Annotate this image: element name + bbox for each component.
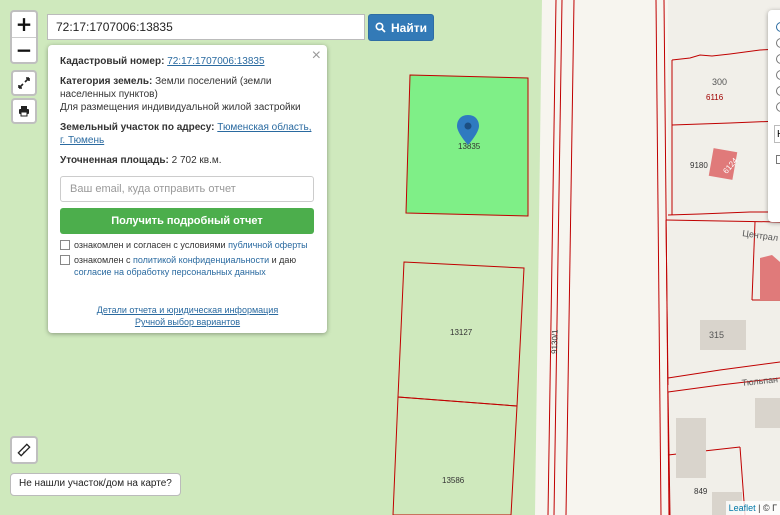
category-label: Категория земель: — [60, 76, 153, 87]
area-value: 2 702 кв.м. — [171, 155, 222, 166]
leaflet-link[interactable]: Leaflet — [729, 503, 756, 513]
address-label: Земельный участок по адресу: — [60, 122, 215, 133]
find-button[interactable]: Найти — [368, 14, 434, 41]
building — [676, 418, 706, 478]
layers-input[interactable]: Н — [774, 125, 780, 143]
close-icon[interactable]: × — [312, 47, 321, 65]
privacy-link[interactable]: политикой конфиденциальности — [133, 255, 269, 265]
find-button-label: Найти — [391, 20, 427, 35]
layer-radio[interactable] — [776, 38, 780, 48]
layer-radio[interactable] — [776, 22, 780, 32]
offer-link[interactable]: публичной оферты — [228, 240, 308, 250]
search-icon — [375, 22, 386, 33]
attribution-text: | © Г — [758, 503, 777, 513]
layer-radio[interactable] — [776, 54, 780, 64]
expand-icon — [18, 77, 30, 89]
layer-radio[interactable] — [776, 102, 780, 112]
cadastral-row: Кадастровый номер: 72:17:1707006:13835 — [60, 55, 315, 68]
map-attribution: Leaflet | © Г — [725, 501, 780, 515]
zoom-control: + − — [10, 10, 38, 64]
popup-links: Детали отчета и юридическая информация Р… — [60, 304, 315, 328]
layer-checkbox[interactable] — [776, 155, 780, 164]
get-report-button[interactable]: Получить подробный отчет — [60, 208, 314, 234]
cadastral-label: Кадастровый номер: — [60, 56, 165, 67]
parcel-13127-label: 13127 — [450, 328, 473, 337]
layer-radio[interactable] — [776, 86, 780, 96]
category-row: Категория земель: Земли поселений (земли… — [60, 75, 315, 114]
parcel-300-label: 300 — [712, 77, 727, 87]
zoom-in-button[interactable]: + — [12, 12, 36, 38]
layer-radio[interactable] — [776, 70, 780, 80]
details-link[interactable]: Детали отчета и юридическая информация — [60, 304, 315, 316]
consent-privacy: ознакомлен с политикой конфиденциальност… — [60, 254, 315, 278]
offer-checkbox[interactable] — [60, 240, 70, 250]
consent-offer: ознакомлен и согласен с условиями публич… — [60, 239, 315, 251]
consent-offer-text: ознакомлен и согласен с условиями публич… — [74, 240, 308, 250]
manual-selection-link[interactable]: Ручной выбор вариантов — [60, 316, 315, 328]
area-label: Уточненная площадь: — [60, 155, 169, 166]
privacy-checkbox[interactable] — [60, 255, 70, 265]
consent-privacy-text: ознакомлен с политикой конфиденциальност… — [74, 255, 297, 277]
building — [755, 398, 780, 428]
address-row: Земельный участок по адресу: Тюменская о… — [60, 121, 315, 147]
email-input[interactable]: Ваш email, куда отправить отчет — [60, 176, 314, 202]
parcel-13586-label: 13586 — [442, 476, 465, 485]
measure-button[interactable] — [10, 436, 38, 464]
ruler-icon — [17, 443, 31, 457]
cadastral-link[interactable]: 72:17:1707006:13835 — [167, 56, 264, 67]
permitted-use: Для размещения индивидуальной жилой заст… — [60, 102, 301, 113]
zoom-out-button[interactable]: − — [12, 38, 36, 63]
parcel-13586[interactable] — [392, 396, 518, 515]
parcel-9180-label: 9180 — [690, 161, 708, 170]
parcel-6116-label: 6116 — [706, 93, 724, 102]
personal-data-link[interactable]: согласие на обработку персональных данны… — [74, 267, 266, 277]
printer-icon — [19, 106, 29, 117]
not-found-button[interactable]: Не нашли участок/дом на карте? — [10, 473, 181, 496]
print-button[interactable] — [11, 98, 37, 124]
area-row: Уточненная площадь: 2 702 кв.м. — [60, 154, 315, 167]
search-input[interactable] — [47, 14, 365, 40]
fullscreen-button[interactable] — [11, 70, 37, 96]
parcel-315-label: 315 — [709, 330, 724, 340]
layers-panel: Н — [768, 10, 780, 222]
parcel-849-label: 849 — [694, 487, 708, 496]
building — [760, 255, 780, 300]
parcel-info-popup: × Кадастровый номер: 72:17:1707006:13835… — [48, 45, 327, 333]
road-label: 9130/1 — [550, 329, 560, 354]
